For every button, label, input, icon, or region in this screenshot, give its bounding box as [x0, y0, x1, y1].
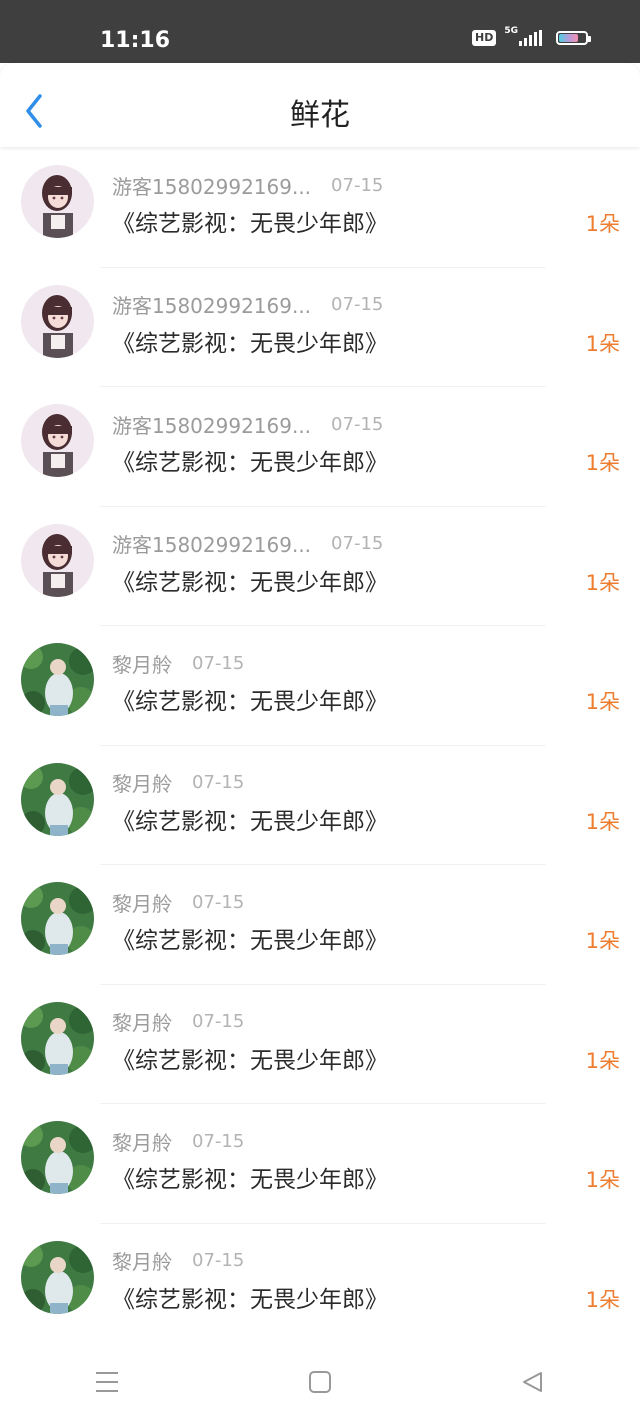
avatar-image: [21, 882, 94, 955]
sender-name: 黎月舲: [112, 1011, 172, 1035]
gift-count: 1朵: [585, 809, 620, 834]
avatar[interactable]: [21, 165, 94, 238]
menu-button[interactable]: [77, 1352, 137, 1412]
gift-count: 1朵: [585, 1168, 620, 1192]
system-back-button[interactable]: [503, 1352, 563, 1412]
gift-count: 1朵: [585, 570, 620, 595]
system-nav-bar: [0, 1342, 640, 1422]
gift-date: 07-15: [331, 413, 384, 435]
show-title: 《综艺影视：无畏少年郎》: [112, 928, 388, 954]
sender-name: 游客15802992169...: [112, 413, 312, 438]
signal-icon: [519, 30, 544, 46]
gift-date: 07-15: [192, 1130, 245, 1152]
gift-row[interactable]: 游客15802992169... 07-15 《综艺影视：无畏少年郎》 1朵: [0, 507, 640, 626]
home-square-icon: [308, 1371, 331, 1393]
gift-date: 07-15: [192, 891, 245, 913]
avatar-image: [21, 404, 94, 477]
sender-name: 游客15802992169...: [112, 533, 312, 557]
home-button[interactable]: [290, 1352, 350, 1412]
avatar-image: [21, 1240, 94, 1314]
sender-name: 黎月舲: [112, 1130, 172, 1155]
sender-line: 游客15802992169... 07-15: [112, 170, 383, 200]
hd-badge: HD: [472, 30, 497, 46]
status-bar: 11:16 HD 5G: [0, 0, 640, 63]
gift-date: 07-15: [331, 174, 384, 196]
gift-row[interactable]: 黎月舲 07-15 《综艺影视：无畏少年郎》 1朵: [0, 746, 640, 865]
sender-line: 黎月舲 07-15: [112, 1007, 244, 1037]
sender-line: 黎月舲 07-15: [112, 887, 244, 917]
sender-name: 黎月舲: [112, 652, 172, 677]
sender-line: 黎月舲 07-15: [112, 1126, 244, 1156]
gift-row[interactable]: 黎月舲 07-15 《综艺影视：无畏少年郎》 1朵: [0, 626, 640, 746]
gift-date: 07-15: [192, 772, 245, 793]
sender-line: 游客15802992169... 07-15: [112, 529, 383, 559]
sender-line: 游客15802992169... 07-15: [112, 290, 383, 320]
gift-date: 07-15: [331, 533, 384, 554]
show-title: 《综艺影视：无畏少年郎》: [112, 1047, 388, 1074]
avatar[interactable]: [21, 284, 94, 358]
show-title: 《综艺影视：无畏少年郎》: [112, 1286, 388, 1313]
sender-name: 黎月舲: [112, 1250, 172, 1274]
sender-line: 黎月舲 07-15: [112, 648, 244, 678]
gift-date: 07-15: [192, 1011, 245, 1032]
avatar-image: [21, 165, 94, 238]
sender-name: 黎月舲: [112, 891, 172, 916]
sender-line: 黎月舲 07-15: [112, 768, 244, 798]
show-title: 《综艺影视：无畏少年郎》: [112, 569, 388, 596]
avatar-image: [21, 643, 94, 716]
avatar[interactable]: [21, 1240, 94, 1314]
gift-row[interactable]: 黎月舲 07-15 《综艺影视：无畏少年郎》 1朵: [0, 865, 640, 985]
gift-count: 1朵: [585, 331, 620, 356]
gift-count: 1朵: [585, 929, 620, 953]
gift-row[interactable]: 游客15802992169... 07-15 《综艺影视：无畏少年郎》 1朵: [0, 148, 640, 268]
gift-count: 1朵: [585, 451, 620, 475]
page-title: 鲜花: [290, 98, 350, 133]
show-title: 《综艺影视：无畏少年郎》: [112, 450, 388, 476]
sender-line: 黎月舲 07-15: [112, 1246, 244, 1276]
show-title: 《综艺影视：无畏少年郎》: [112, 330, 388, 357]
gift-row[interactable]: 黎月舲 07-15 《综艺影视：无畏少年郎》 1朵: [0, 985, 640, 1104]
gift-date: 07-15: [331, 294, 384, 315]
avatar-image: [21, 284, 94, 358]
avatar-image: [21, 523, 94, 597]
gift-count: 1朵: [585, 1287, 620, 1312]
gift-row[interactable]: 黎月舲 07-15 《综艺影视：无畏少年郎》 1朵: [0, 1104, 640, 1224]
gift-row[interactable]: 游客15802992169... 07-15 《综艺影视：无畏少年郎》 1朵: [0, 268, 640, 387]
show-title: 《综艺影视：无畏少年郎》: [112, 211, 388, 237]
status-time: 11:16: [100, 28, 171, 53]
gift-count: 1朵: [585, 1048, 620, 1073]
nav-header: 鲜花: [0, 63, 640, 147]
show-title: 《综艺影视：无畏少年郎》: [112, 1167, 388, 1193]
avatar[interactable]: [21, 1001, 94, 1075]
battery-icon: [556, 31, 591, 45]
avatar[interactable]: [21, 523, 94, 597]
sender-name: 游客15802992169...: [112, 294, 312, 318]
gift-date: 07-15: [192, 652, 245, 674]
gift-count: 1朵: [585, 690, 620, 714]
gift-date: 07-15: [192, 1250, 245, 1271]
show-title: 《综艺影视：无畏少年郎》: [112, 808, 388, 835]
sender-name: 游客15802992169...: [112, 174, 312, 199]
avatar-image: [21, 762, 94, 836]
gift-row[interactable]: 游客15802992169... 07-15 《综艺影视：无畏少年郎》 1朵: [0, 387, 640, 507]
sender-name: 黎月舲: [112, 772, 172, 796]
avatar[interactable]: [21, 882, 94, 955]
status-icons: HD 5G: [472, 26, 591, 46]
avatar-image: [21, 1001, 94, 1075]
gift-list: 游客15802992169... 07-15 《综艺影视：无畏少年郎》 1朵 游…: [0, 148, 640, 1343]
avatar-image: [21, 1121, 94, 1194]
back-triangle-icon: [523, 1372, 543, 1392]
gift-count: 1朵: [585, 212, 620, 236]
avatar[interactable]: [21, 404, 94, 477]
avatar[interactable]: [21, 762, 94, 836]
avatar[interactable]: [21, 643, 94, 716]
network-type: 5G: [504, 26, 518, 36]
menu-icon: [95, 1372, 118, 1392]
avatar[interactable]: [21, 1121, 94, 1194]
show-title: 《综艺影视：无畏少年郎》: [112, 689, 388, 715]
gift-row[interactable]: 黎月舲 07-15 《综艺影视：无畏少年郎》 1朵: [0, 1224, 640, 1343]
sender-line: 游客15802992169... 07-15: [112, 409, 383, 439]
